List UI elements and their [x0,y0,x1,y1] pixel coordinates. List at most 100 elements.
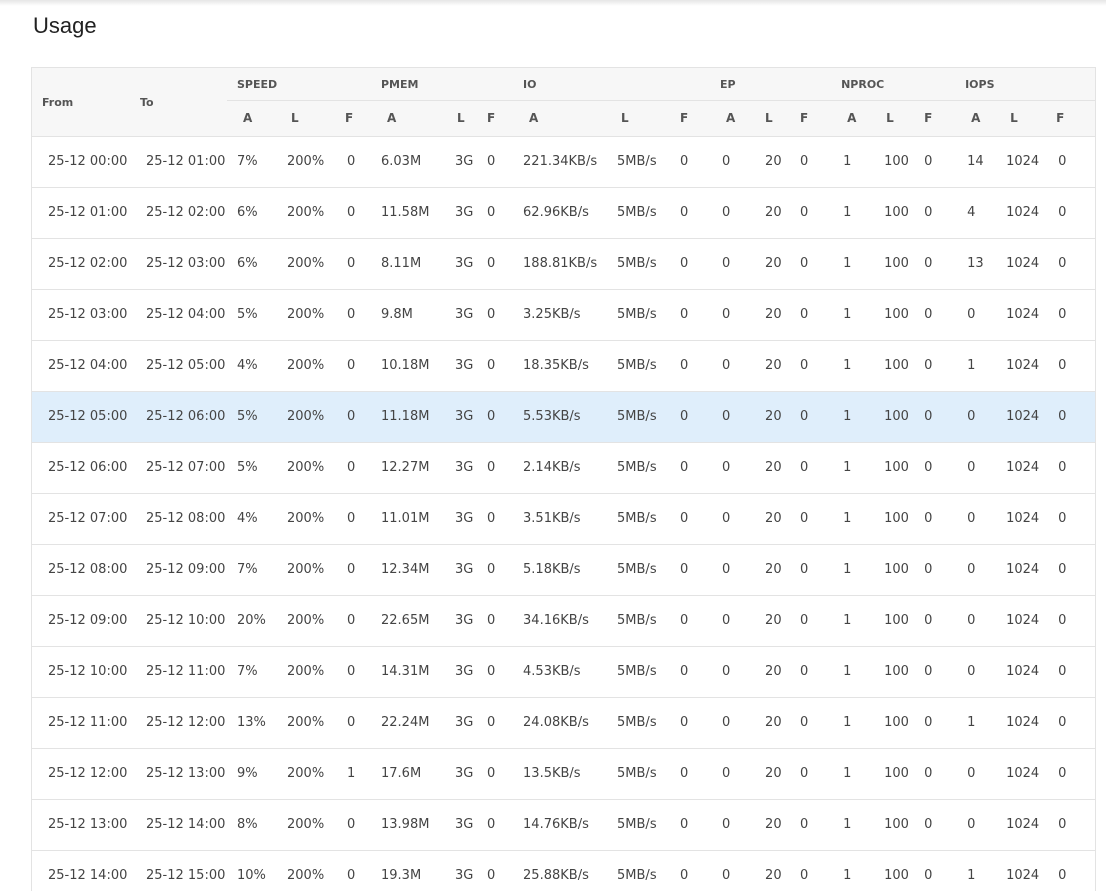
cell-ep-a: 0 [722,715,731,730]
cell-nproc-a: 1 [843,307,852,322]
cell-io-a: 3.25KB/s [523,307,581,322]
cell-to: 25-12 11:00 [146,664,226,679]
table-row[interactable]: 25-12 02:00 25-12 03:00 6% 200% 0 8.11M 3G 0 188… [32,238,1095,289]
cell-nproc-a: 1 [843,358,852,373]
table-row[interactable]: 25-12 09:00 25-12 10:00 20% 200% 0 22.65M 3G 0 3… [32,595,1095,646]
header-iops-l[interactable]: L [996,100,1047,137]
cell-pmem-l: 3G [455,511,474,526]
cell-nproc-l: 100 [884,562,909,577]
cell-io-f: 0 [680,460,689,475]
cell-speed-a: 6% [237,205,258,220]
cell-ep-a: 0 [722,613,731,628]
header-ep-l[interactable]: L [751,100,791,137]
cell-iops-a: 0 [967,766,976,781]
header-io-f[interactable]: F [670,100,711,137]
cell-to: 25-12 09:00 [146,562,226,577]
table-row[interactable]: 25-12 10:00 25-12 11:00 7% 200% 0 14.31M 3G 0 4.… [32,646,1095,697]
cell-nproc-f: 0 [924,766,933,781]
cell-io-f: 0 [680,868,689,883]
table-row[interactable]: 25-12 07:00 25-12 08:00 4% 200% 0 11.01M 3G 0 3.… [32,493,1095,544]
cell-speed-l: 200% [287,868,325,883]
header-iops-f[interactable]: F [1046,100,1095,137]
header-ep-a[interactable]: A [710,100,752,137]
cell-ep-a: 0 [722,307,731,322]
table-row[interactable]: 25-12 03:00 25-12 04:00 5% 200% 0 9.8M 3G 0 3.25… [32,289,1095,340]
header-pmem-f[interactable]: F [477,100,514,137]
cell-io-f: 0 [680,817,689,832]
table-row[interactable]: 25-12 11:00 25-12 12:00 13% 200% 0 22.24M 3G 0 2… [32,697,1095,748]
cell-io-a: 188.81KB/s [523,256,598,271]
cell-nproc-l: 100 [884,664,909,679]
cell-speed-a: 4% [237,511,258,526]
cell-io-l: 5MB/s [617,664,657,679]
cell-speed-a: 7% [237,664,258,679]
cell-ep-f: 0 [800,766,809,781]
cell-speed-a: 13% [237,715,266,730]
table-row[interactable]: 25-12 04:00 25-12 05:00 4% 200% 0 10.18M 3G 0 18… [32,340,1095,391]
header-nproc-l[interactable]: L [872,100,915,137]
table-row[interactable]: 25-12 00:00 25-12 01:00 7% 200% 0 6.03M 3G 0 221… [32,136,1095,187]
cell-from: 25-12 09:00 [48,613,128,628]
header-ep-f[interactable]: F [790,100,832,137]
cell-nproc-l: 100 [884,154,909,169]
cell-nproc-f: 0 [924,817,933,832]
cell-pmem-a: 10.18M [381,358,430,373]
cell-io-a: 3.51KB/s [523,511,581,526]
cell-ep-a: 0 [722,562,731,577]
header-pmem-l[interactable]: L [443,100,477,137]
cell-pmem-a: 22.24M [381,715,430,730]
cell-ep-a: 0 [722,868,731,883]
table-row[interactable]: 25-12 06:00 25-12 07:00 5% 200% 0 12.27M 3G 0 2.… [32,442,1095,493]
cell-iops-l: 1024 [1006,613,1040,628]
cell-pmem-a: 8.11M [381,256,422,271]
cell-pmem-l: 3G [455,664,474,679]
cell-iops-l: 1024 [1006,307,1040,322]
usage-table-body: 25-12 00:00 25-12 01:00 7% 200% 0 6.03M 3G 0 221… [32,136,1095,891]
header-speed-l[interactable]: L [277,100,335,137]
cell-pmem-f: 0 [487,460,496,475]
table-row[interactable]: 25-12 08:00 25-12 09:00 7% 200% 0 12.34M 3G 0 5.… [32,544,1095,595]
header-io-l[interactable]: L [607,100,671,137]
cell-pmem-a: 14.31M [381,664,430,679]
cell-speed-f: 0 [347,868,356,883]
cell-ep-l: 20 [765,460,782,475]
cell-iops-a: 13 [967,256,984,271]
cell-ep-f: 0 [800,664,809,679]
cell-ep-a: 0 [722,409,731,424]
cell-iops-f: 0 [1058,307,1067,322]
header-from[interactable]: From [32,68,130,137]
cell-iops-l: 1024 [1006,205,1040,220]
cell-ep-l: 20 [765,256,782,271]
header-nproc-a[interactable]: A [831,100,873,137]
cell-nproc-l: 100 [884,409,909,424]
header-pmem-a[interactable]: A [371,100,443,137]
cell-iops-f: 0 [1058,205,1067,220]
header-speed-f[interactable]: F [335,100,371,137]
cell-speed-f: 0 [347,817,356,832]
cell-io-l: 5MB/s [617,409,657,424]
header-io-a[interactable]: A [513,100,608,137]
cell-nproc-l: 100 [884,766,909,781]
cell-iops-a: 1 [967,715,976,730]
cell-speed-l: 200% [287,817,325,832]
cell-to: 25-12 12:00 [146,715,226,730]
table-row[interactable]: 25-12 12:00 25-12 13:00 9% 200% 1 17.6M 3G 0 13.… [32,748,1095,799]
cell-from: 25-12 14:00 [48,868,128,883]
cell-nproc-f: 0 [924,256,933,271]
header-to[interactable]: To [130,68,227,137]
cell-nproc-a: 1 [843,868,852,883]
table-row[interactable]: 25-12 13:00 25-12 14:00 8% 200% 0 13.98M 3G 0 14… [32,799,1095,850]
cell-io-f: 0 [680,205,689,220]
cell-ep-f: 0 [800,409,809,424]
header-nproc-f[interactable]: F [914,100,956,137]
cell-speed-a: 20% [237,613,266,628]
table-row[interactable]: 25-12 05:00 25-12 06:00 5% 200% 0 11.18M 3G 0 5.… [32,391,1095,442]
table-row[interactable]: 25-12 14:00 25-12 15:00 10% 200% 0 19.3M 3G 0 25… [32,850,1095,891]
header-speed-a[interactable]: A [227,100,277,137]
cell-speed-l: 200% [287,409,325,424]
cell-from: 25-12 12:00 [48,766,128,781]
cell-to: 25-12 13:00 [146,766,226,781]
cell-ep-l: 20 [765,664,782,679]
header-iops-a[interactable]: A [955,100,997,137]
table-row[interactable]: 25-12 01:00 25-12 02:00 6% 200% 0 11.58M 3G 0 62… [32,187,1095,238]
